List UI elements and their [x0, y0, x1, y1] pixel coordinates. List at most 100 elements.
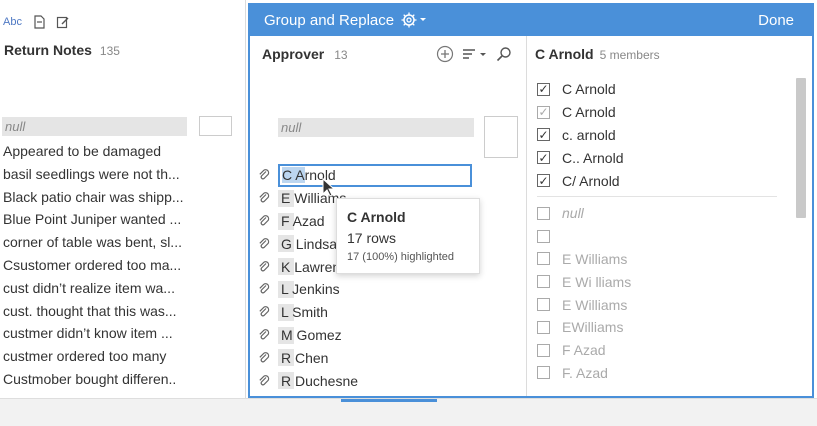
checkbox-checked[interactable]: ✓: [537, 105, 550, 119]
group-member-row[interactable]: ✓ C.. Arnold: [537, 146, 777, 169]
edit-icon[interactable]: [56, 15, 70, 29]
column-count: 135: [99, 44, 120, 58]
ungrouped-value-row[interactable]: E Williams: [537, 248, 777, 271]
list-item[interactable]: Csustomer ordered too ma...: [3, 254, 188, 277]
abc-type-icon[interactable]: Abc: [3, 16, 22, 28]
member-label: c. arnold: [562, 126, 616, 143]
scrollbar[interactable]: [796, 78, 806, 218]
list-item[interactable]: cust. thought that this was...: [3, 300, 188, 323]
paperclip-icon: [259, 260, 270, 271]
ungrouped-value-row[interactable]: null: [537, 202, 777, 225]
text-highlight: C A: [282, 166, 305, 183]
panel-header: Group and Replace Done: [250, 5, 812, 36]
paperclip-icon: [259, 215, 270, 226]
approver-null-row[interactable]: null: [278, 118, 474, 137]
ungrouped-value-row[interactable]: E Wi lliams: [537, 270, 777, 293]
document-icon[interactable]: [32, 15, 46, 29]
list-item[interactable]: cust didn’t realize item wa...: [3, 277, 188, 300]
list-item[interactable]: custmer didn’t know item ...: [3, 322, 188, 345]
panel-title: Group and Replace: [264, 12, 395, 29]
approver-label: R Duchesne: [281, 372, 359, 389]
value-label: F. Azad: [562, 364, 608, 381]
sort-icon[interactable]: [462, 46, 488, 62]
member-label: C Arnold: [562, 81, 616, 98]
member-label: C.. Arnold: [562, 149, 624, 166]
group-member-row[interactable]: ✓ C/ Arnold: [537, 169, 777, 192]
group-replace-panel: Group and Replace Done Approver 13 null C…: [248, 3, 814, 398]
value-label: F Azad: [562, 342, 606, 359]
paperclip-icon: [259, 374, 270, 385]
ungrouped-value-row[interactable]: [537, 225, 777, 248]
group-members-list: ✓ C Arnold ✓ C Arnold ✓ c. arnold ✓ C.. Arnold ✓…: [537, 78, 777, 384]
ungrouped-value-row[interactable]: F Azad: [537, 339, 777, 362]
value-label: E Williams: [562, 250, 628, 267]
null-row[interactable]: null: [2, 117, 187, 136]
approver-row-selected[interactable]: C Arnold: [258, 163, 518, 187]
checkbox-unchecked[interactable]: [537, 343, 550, 357]
add-icon[interactable]: [436, 45, 454, 63]
approver-selected-label[interactable]: C Arnold: [278, 163, 472, 187]
list-item[interactable]: Appeared to be damaged: [3, 140, 188, 163]
approver-row[interactable]: L Jenkins: [258, 278, 518, 301]
approver-row[interactable]: M Gomez: [258, 324, 518, 347]
group-member-row[interactable]: ✓ C Arnold: [537, 78, 777, 101]
approver-count: 13: [334, 48, 348, 62]
group-title-text: C Arnold: [535, 46, 594, 62]
approver-label: F Azad: [281, 212, 325, 229]
checkbox-unchecked[interactable]: [537, 206, 550, 220]
checkbox-unchecked[interactable]: [537, 275, 550, 289]
value-label: null: [562, 205, 584, 222]
column-title: Return Notes 135: [4, 42, 120, 58]
return-notes-list: Appeared to be damaged basil seedlings we…: [3, 140, 188, 391]
null-count-box: [199, 116, 232, 136]
member-label: C/ Arnold: [562, 172, 620, 189]
paperclip-icon: [259, 237, 270, 249]
tooltip-highlighted: 17 (100%) highlighted: [347, 251, 455, 263]
value-label: E Williams: [562, 296, 628, 313]
gear-icon[interactable]: [400, 11, 428, 29]
ungrouped-value-row[interactable]: EWilliams: [537, 316, 777, 339]
list-item[interactable]: Custmober bought differen..: [3, 368, 188, 391]
list-item[interactable]: Blue Point Juniper wanted ...: [3, 208, 188, 231]
approver-row[interactable]: R Duchesne: [258, 369, 518, 392]
bottom-bar: [0, 398, 817, 426]
approver-null-count-box: [484, 116, 518, 158]
left-toolbar: Abc: [3, 12, 70, 32]
list-item[interactable]: corner of table was bent, sl...: [3, 231, 188, 254]
value-label: EWilliams: [562, 319, 624, 336]
approver-row[interactable]: L Smith: [258, 301, 518, 324]
checkbox-unchecked[interactable]: [537, 229, 550, 243]
checkbox-unchecked[interactable]: [537, 298, 550, 312]
tooltip: C Arnold 17 rows 17 (100%) highlighted: [336, 198, 480, 274]
return-notes-column: Abc Return Notes 135 null Appeared to be …: [0, 0, 246, 398]
tooltip-title: C Arnold: [347, 209, 406, 225]
paperclip-icon: [259, 351, 270, 363]
list-item[interactable]: Black patio chair was shipp...: [3, 186, 188, 209]
group-member-row[interactable]: ✓ c. arnold: [537, 124, 777, 147]
approver-row[interactable]: R Chen: [258, 346, 518, 369]
done-button[interactable]: Done: [758, 12, 794, 29]
checkbox-unchecked[interactable]: [537, 320, 550, 334]
list-item[interactable]: basil seedlings were not th...: [3, 163, 188, 186]
checkbox-checked[interactable]: ✓: [537, 128, 550, 142]
search-icon[interactable]: [496, 46, 512, 62]
approver-label: G Lindsay: [281, 235, 345, 252]
ungrouped-value-row[interactable]: E Williams: [537, 293, 777, 316]
checkbox-unchecked[interactable]: [537, 366, 550, 380]
active-tab-indicator: [341, 399, 437, 402]
column-title-text: Return Notes: [4, 42, 92, 58]
approver-label: L Jenkins: [281, 281, 340, 298]
checkbox-checked[interactable]: ✓: [537, 174, 550, 188]
divider: [537, 195, 777, 197]
paperclip-icon: [259, 283, 270, 294]
approver-title-text: Approver: [262, 46, 325, 62]
group-members-column: C Arnold 5 members ✓ C Arnold ✓ C Arnold ✓ c. …: [527, 36, 812, 396]
checkbox-checked[interactable]: ✓: [537, 82, 550, 96]
group-member-row[interactable]: ✓ C Arnold: [537, 101, 777, 124]
list-item[interactable]: custmer ordered too many: [3, 345, 188, 368]
approver-label: R Chen: [281, 349, 329, 366]
checkbox-unchecked[interactable]: [537, 252, 550, 266]
ungrouped-value-row[interactable]: F. Azad: [537, 362, 777, 385]
tooltip-rows: 17 rows: [347, 230, 397, 246]
checkbox-checked[interactable]: ✓: [537, 151, 550, 165]
